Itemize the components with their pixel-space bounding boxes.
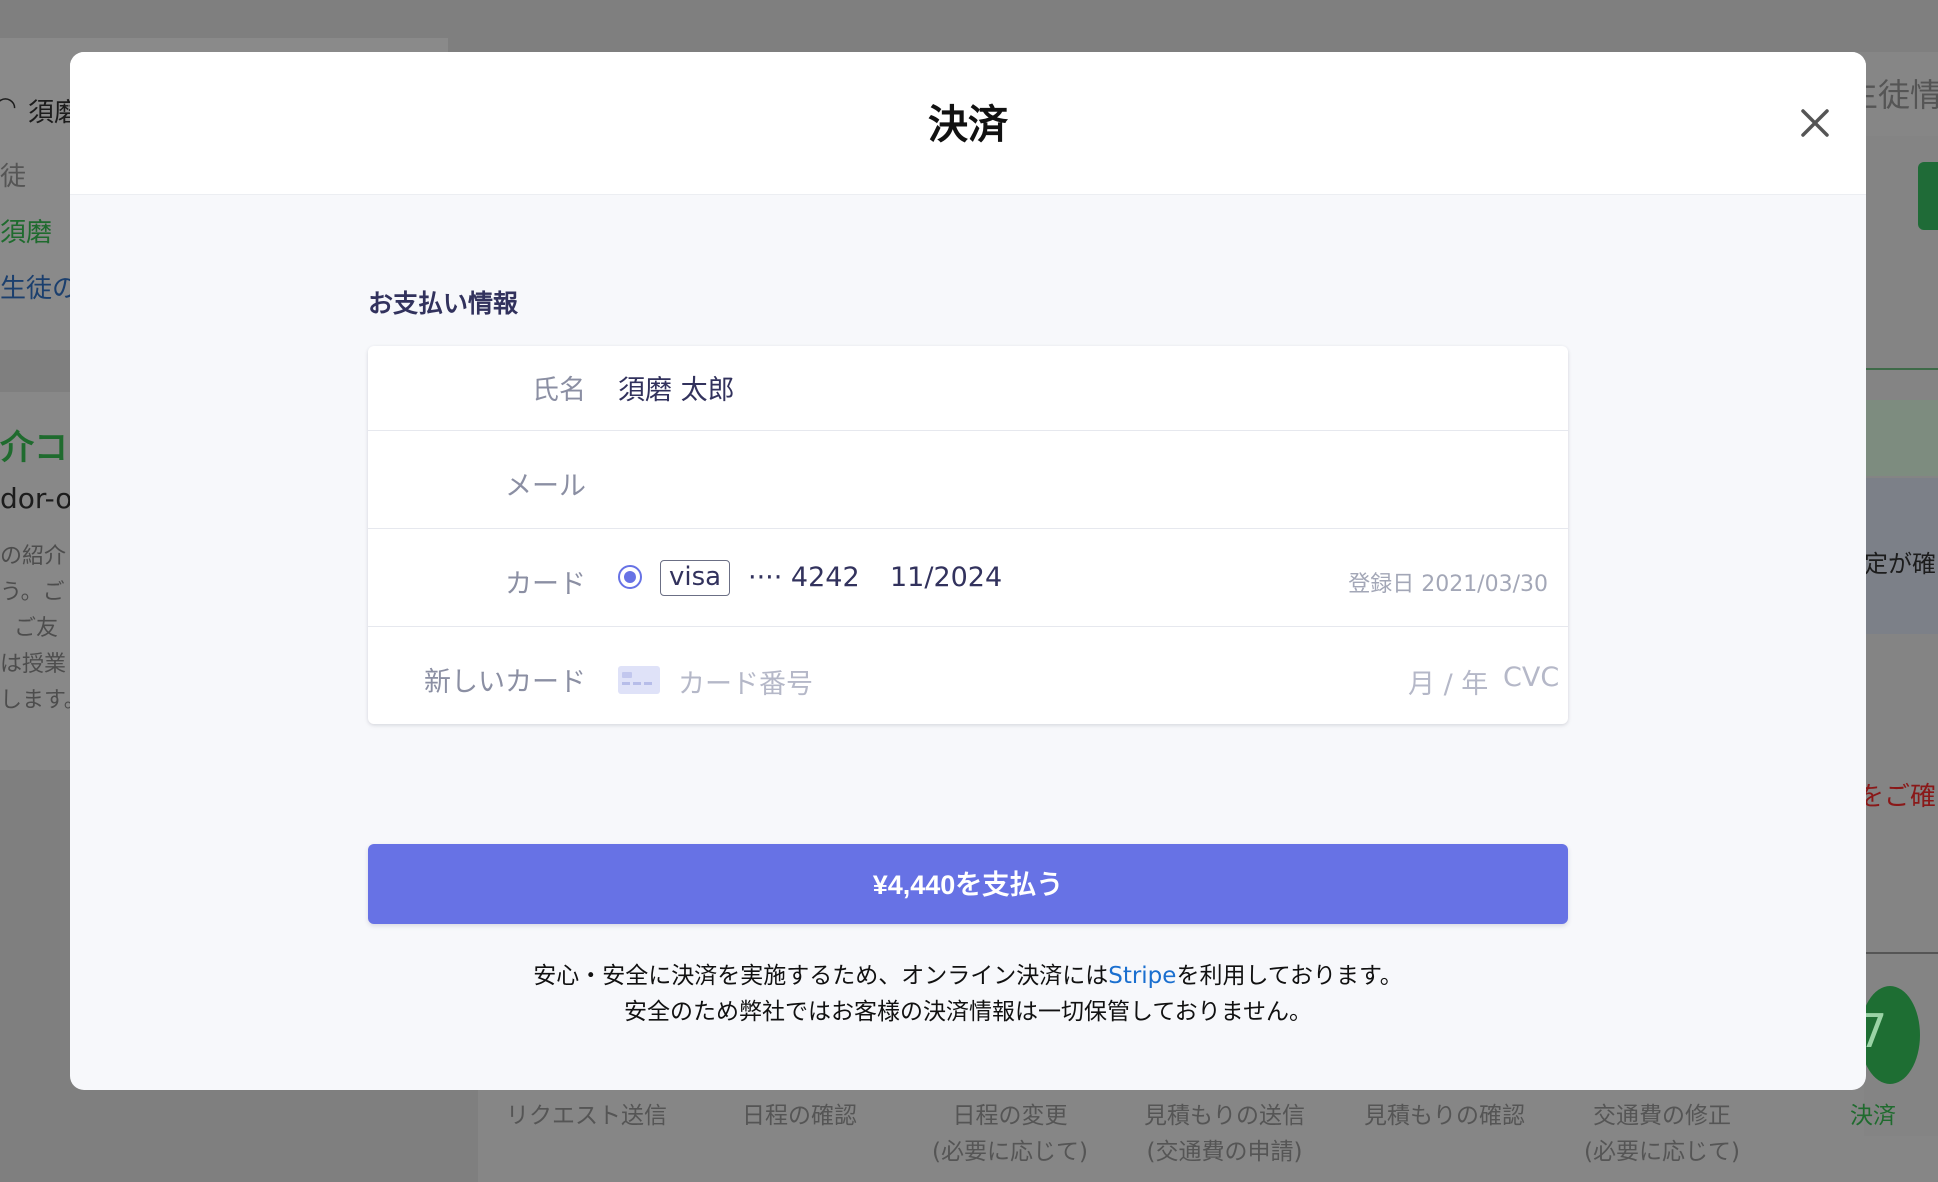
security-notice-line2: 安全のため弊社ではお客様の決済情報は一切保管しておりません。 (624, 999, 1312, 1025)
right-panel (1864, 136, 1938, 1136)
step-label: 見積もりの確認 (1364, 1103, 1525, 1129)
student-info-link[interactable]: 生徒の (0, 268, 78, 305)
referral-desc-line: う。ご (0, 580, 65, 605)
pay-button[interactable]: ¥4,440を支払う (368, 844, 1568, 924)
close-button[interactable] (1792, 100, 1838, 146)
email-label: メール (505, 471, 586, 502)
card-number-mask: ···· 4242 (748, 562, 860, 593)
payment-modal: 決済 お支払い情報 氏名 須磨 太郎 メール カード visa ···· 424… (70, 52, 1866, 1090)
status-band (1864, 400, 1938, 476)
referral-desc-line: の紹介 (0, 544, 67, 569)
email-row: メール (368, 430, 1568, 529)
new-card-label: 新しいカード (424, 667, 586, 698)
divider (1864, 952, 1938, 954)
name-field[interactable]: 須磨 太郎 (618, 368, 735, 407)
section-label: お支払い情報 (368, 289, 519, 318)
student-label: 徒 (0, 162, 27, 192)
name-label: 氏名 (532, 375, 586, 406)
divider (1864, 368, 1938, 370)
stripe-link[interactable]: Stripe (1108, 963, 1176, 989)
modal-title: 決済 (928, 102, 1008, 148)
card-expiry: 11/2024 (890, 562, 1003, 593)
modal-header: 決済 (70, 52, 1866, 195)
user-icon: ◠ (0, 92, 17, 122)
visa-icon: visa (660, 560, 731, 596)
cvc-input[interactable]: CVC (1503, 662, 1559, 693)
expiry-input[interactable]: 月 / 年 (1408, 662, 1488, 701)
card-label: カード (505, 569, 586, 600)
step-label-active: 決済 (1850, 1103, 1896, 1129)
close-icon (1801, 109, 1829, 137)
saved-card-row[interactable]: カード visa ···· 4242 11/2024 登録日 2021/03/3… (368, 528, 1568, 627)
step-label: 日程の確認 (742, 1103, 857, 1129)
student-name-link[interactable]: 須磨 (0, 212, 52, 249)
card-radio[interactable] (618, 565, 642, 589)
credit-card-icon (618, 666, 660, 694)
step-label: リクエスト送信 (506, 1103, 667, 1129)
referral-desc-line: は授業 (0, 652, 67, 677)
step-label: 日程の変更 (必要に応じて) (932, 1103, 1088, 1165)
name-row: 氏名 須磨 太郎 (368, 346, 1568, 431)
action-button[interactable] (1918, 162, 1938, 230)
card-number-input[interactable]: カード番号 (678, 662, 813, 701)
warning-text: をご確 (1858, 782, 1937, 812)
card-registered-date: 登録日 2021/03/30 (1348, 572, 1548, 597)
new-card-row: 新しいカード カード番号 月 / 年 CVC (368, 626, 1568, 724)
step-label: 交通費の修正 (必要に応じて) (1584, 1103, 1740, 1165)
security-notice-line1: 安心・安全に決済を実施するため、オンライン決済にはStripeを利用しております… (533, 963, 1403, 989)
referral-heading: 介コ (0, 428, 68, 468)
referral-desc-line: ご友 (14, 616, 59, 641)
step-label: 見積もりの送信 (交通費の申請) (1144, 1103, 1305, 1165)
status-text: 定が確 (1864, 550, 1936, 578)
payment-form: 氏名 須磨 太郎 メール カード visa ···· 4242 11/2024 … (368, 346, 1568, 724)
